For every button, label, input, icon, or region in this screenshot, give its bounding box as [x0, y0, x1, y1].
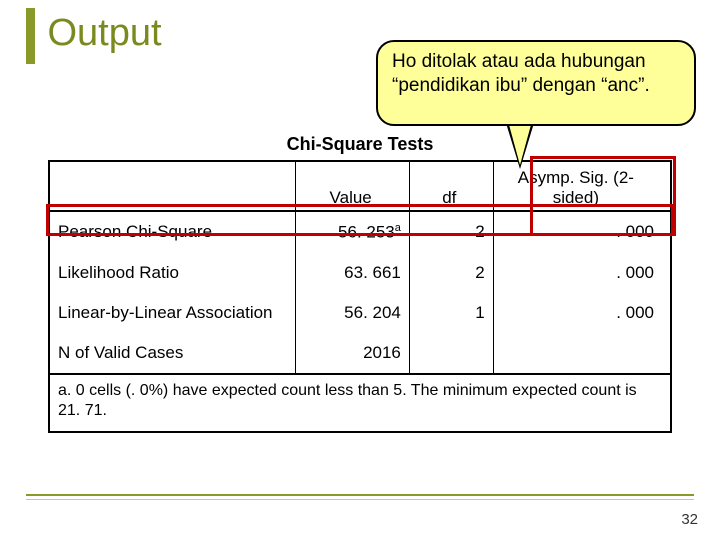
table-row: Pearson Chi-Square 56. 253a 2 . 000 — [49, 211, 671, 253]
row-label: Linear-by-Linear Association — [49, 293, 296, 333]
row-value: 2016 — [296, 333, 409, 374]
table-row: Linear-by-Linear Association 56. 204 1 .… — [49, 293, 671, 333]
row-value: 56. 253a — [296, 211, 409, 253]
table-caption: Chi-Square Tests — [0, 134, 720, 155]
slide: Output Ho ditolak atau ada hubungan “pen… — [0, 0, 720, 540]
row-sig: . 000 — [493, 293, 671, 333]
page-number: 32 — [681, 511, 698, 528]
title-accent-bar — [26, 8, 35, 64]
table-header-row: Value df Asymp. Sig. (2-sided) — [49, 161, 671, 211]
table-footnote-row: a. 0 cells (. 0%) have expected count le… — [49, 374, 671, 432]
table-row: Likelihood Ratio 63. 661 2 . 000 — [49, 253, 671, 293]
header-value: Value — [296, 161, 409, 211]
row-value: 63. 661 — [296, 253, 409, 293]
row-label: N of Valid Cases — [49, 333, 296, 374]
row-df: 2 — [409, 253, 493, 293]
bottom-rule — [26, 494, 694, 500]
row-df: 1 — [409, 293, 493, 333]
row-sig: . 000 — [493, 211, 671, 253]
callout-box: Ho ditolak atau ada hubungan “pendidikan… — [376, 40, 696, 126]
table-row: N of Valid Cases 2016 — [49, 333, 671, 374]
callout-line1: Ho ditolak atau ada hubungan — [392, 51, 646, 72]
row-label: Pearson Chi-Square — [49, 211, 296, 253]
row-label: Likelihood Ratio — [49, 253, 296, 293]
callout-line2: “pendidikan ibu” dengan “anc”. — [392, 75, 650, 96]
row-sig — [493, 333, 671, 374]
page-title: Output — [47, 12, 161, 55]
table-footnote: a. 0 cells (. 0%) have expected count le… — [49, 374, 671, 432]
row-sig: . 000 — [493, 253, 671, 293]
header-blank — [49, 161, 296, 211]
chi-square-table: Value df Asymp. Sig. (2-sided) Pearson C… — [48, 160, 672, 433]
row-value: 56. 204 — [296, 293, 409, 333]
row-df: 2 — [409, 211, 493, 253]
row-df — [409, 333, 493, 374]
header-df: df — [409, 161, 493, 211]
